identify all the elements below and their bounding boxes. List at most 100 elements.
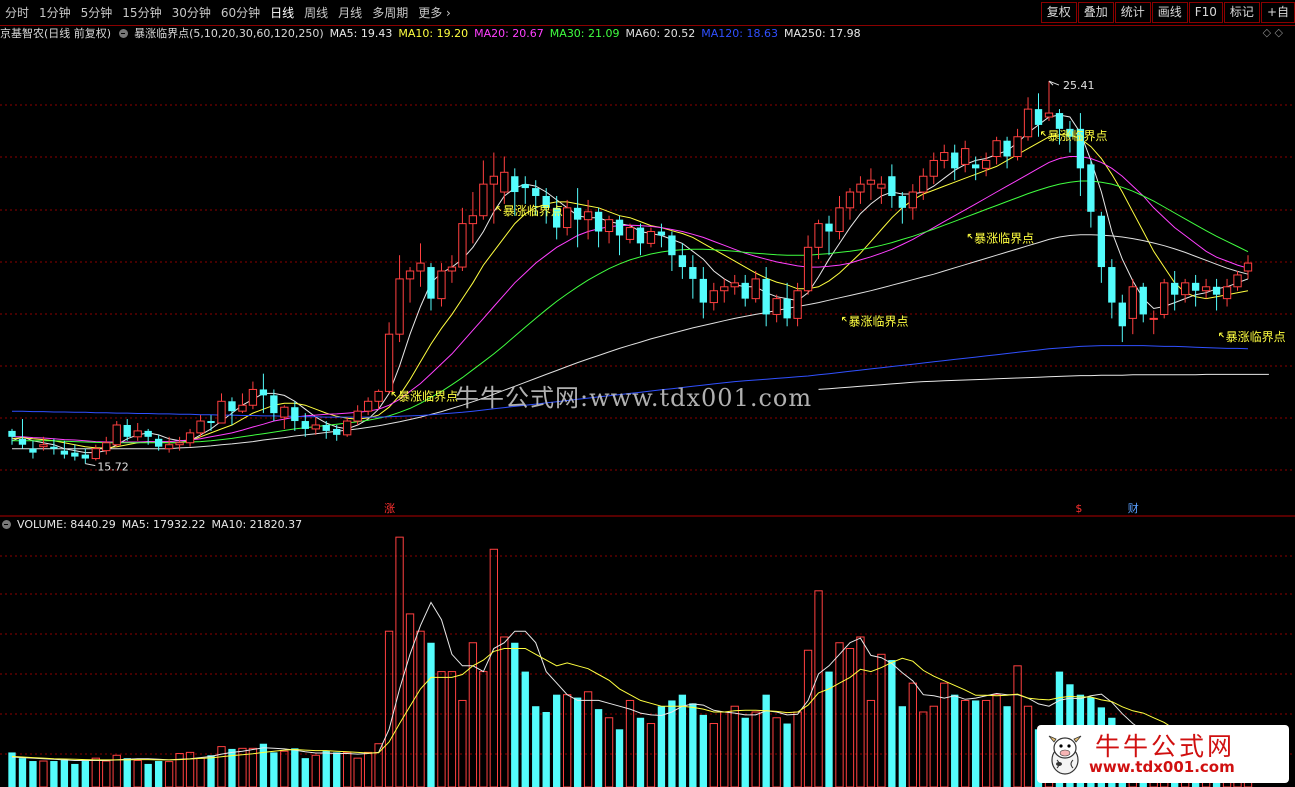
high-marker-icon: [1048, 80, 1060, 86]
candle-body-7: [81, 454, 89, 459]
volume-bar-36: [384, 630, 394, 787]
volume-bar-39: [416, 630, 425, 787]
candle-body-35: [374, 390, 383, 402]
candle-body-15: [164, 444, 174, 450]
candle-body-95: [1003, 140, 1011, 157]
volume-bar-60: [636, 717, 645, 787]
candle-body-50: [532, 188, 540, 196]
volume-bar-37: [395, 536, 404, 787]
volume-bar-77: [814, 590, 823, 787]
candle-body-73: [772, 298, 781, 315]
volume-bar-93: [981, 699, 991, 787]
signal-label-4: 暴涨临界点: [1048, 128, 1108, 143]
candle-body-111: [1171, 282, 1179, 295]
candle-body-16: [175, 442, 184, 446]
candle-body-27: [291, 407, 299, 422]
volume-bar-24: [259, 743, 268, 787]
candle-body-112: [1180, 282, 1190, 296]
candle-body-17: [185, 432, 195, 444]
volume-bar-55: [583, 691, 593, 787]
signal-arrow-icon-2: [841, 316, 847, 322]
volume-bar-31: [333, 752, 341, 787]
signal-label-1: 暴涨临界点: [503, 203, 563, 218]
candle-body-71: [751, 278, 760, 300]
volume-bar-1: [18, 758, 27, 787]
volume-bar-11: [123, 758, 131, 787]
candle-body-63: [668, 235, 676, 256]
volume-bar-33: [353, 757, 362, 787]
candle-body-85: [898, 195, 907, 208]
volume-bar-79: [835, 642, 844, 787]
volume-bar-15: [164, 761, 174, 787]
volume-bar-97: [1023, 705, 1033, 787]
volume-bar-82: [866, 699, 876, 787]
volume-bar-64: [678, 694, 687, 787]
low-marker-icon: [85, 463, 96, 467]
volume-bar-48: [511, 642, 519, 787]
logo-url: www.tdx001.com: [1089, 758, 1235, 776]
candle-body-40: [427, 267, 435, 299]
candle-body-78: [825, 223, 833, 232]
candle-body-0: [8, 430, 16, 437]
volume-bar-65: [689, 703, 697, 787]
volume-bar-81: [856, 636, 865, 787]
candle-body-117: [1233, 274, 1242, 288]
volume-bar-61: [646, 723, 656, 787]
volume-bar-16: [175, 753, 184, 787]
cow-mascot-icon: [1048, 735, 1082, 775]
volume-bar-26: [280, 750, 289, 787]
candle-body-60: [636, 227, 645, 244]
volume-bar-17: [185, 751, 195, 787]
candle-body-47: [500, 171, 509, 193]
volume-bar-92: [971, 700, 980, 787]
candle-body-118: [1243, 262, 1253, 272]
signal-arrow-icon-3: [967, 233, 973, 239]
site-logo: 牛牛公式网 www.tdx001.com: [1037, 725, 1289, 783]
volume-bar-58: [615, 729, 624, 787]
candle-body-6: [71, 452, 79, 457]
candle-body-31: [333, 428, 341, 435]
volume-bar-54: [573, 697, 582, 787]
event-label-0: 涨: [384, 502, 395, 515]
candle-body-79: [835, 207, 844, 233]
high-price-label: 25.41: [1063, 79, 1095, 92]
candle-body-104: [1097, 215, 1106, 268]
candle-body-58: [615, 219, 624, 236]
volume-bar-45: [479, 671, 488, 787]
volume-bar-46: [489, 548, 498, 787]
volume-bar-51: [542, 711, 550, 787]
volume-bar-20: [217, 746, 226, 787]
volume-bar-29: [311, 754, 320, 787]
volume-bar-49: [521, 671, 529, 787]
candle-body-14: [154, 438, 163, 447]
volume-bar-32: [343, 751, 352, 787]
candle-body-69: [730, 282, 739, 288]
volume-bar-70: [741, 717, 749, 787]
volume-bar-57: [604, 717, 614, 787]
candle-body-24: [259, 389, 268, 396]
volume-bar-74: [783, 723, 791, 787]
candle-body-76: [803, 246, 813, 292]
volume-bar-34: [363, 751, 373, 787]
candle-body-72: [762, 278, 770, 315]
volume-bar-56: [594, 709, 603, 787]
volume-bar-69: [730, 705, 739, 787]
volume-bar-7: [81, 761, 89, 787]
candle-body-13: [144, 430, 152, 437]
signal-arrow-icon-5: [1219, 332, 1224, 338]
volume-bar-94: [992, 694, 1001, 787]
volume-bar-91: [961, 699, 970, 787]
candle-body-48: [511, 176, 519, 193]
candle-body-46: [489, 175, 498, 185]
volume-bar-63: [668, 700, 676, 787]
volume-bar-8: [91, 757, 100, 787]
candle-body-1: [18, 438, 27, 445]
candle-body-107: [1128, 286, 1137, 319]
volume-bar-5: [60, 759, 69, 787]
candle-body-54: [573, 207, 582, 220]
candle-body-106: [1118, 302, 1126, 327]
signal-arrow-icon-0: [391, 391, 397, 397]
candle-body-37: [395, 278, 404, 335]
candle-body-11: [123, 424, 131, 437]
candle-body-64: [678, 255, 687, 268]
